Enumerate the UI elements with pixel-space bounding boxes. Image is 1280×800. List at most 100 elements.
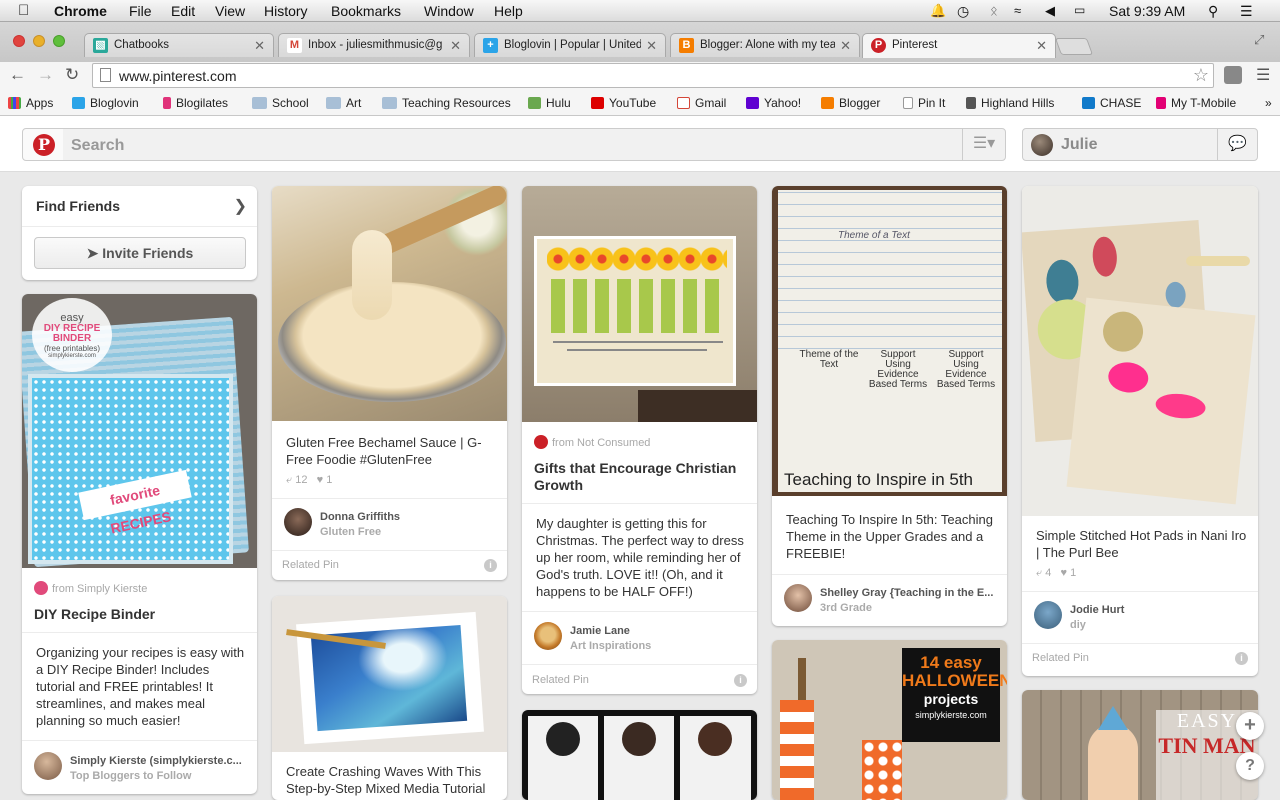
bookmark-apps[interactable]: Apps	[8, 96, 53, 110]
chrome-menu-icon[interactable]: ☰	[1256, 65, 1270, 85]
notifications-icon[interactable]: 🔔	[930, 3, 946, 19]
tab-pinterest[interactable]: P Pinterest ✕	[862, 33, 1056, 58]
bookmark-blogger[interactable]: Blogger	[821, 96, 880, 110]
battery-icon[interactable]: ▭	[1074, 3, 1085, 17]
pin-source[interactable]: from Simply Kierste	[34, 581, 147, 595]
pin-image[interactable]	[272, 186, 507, 421]
bookmark-youtube[interactable]: YouTube	[591, 96, 656, 110]
info-icon[interactable]: i	[1235, 652, 1248, 665]
bookmark-bloglovin[interactable]: Bloglovin	[72, 96, 139, 110]
bookmark-blogilates[interactable]: Blogilates	[163, 96, 228, 110]
bookmark-chase[interactable]: CHASE	[1082, 96, 1141, 110]
pin-card-bechamel[interactable]: Gluten Free Bechamel Sauce | G-Free Food…	[272, 186, 507, 580]
close-tab-icon[interactable]: ✕	[840, 38, 851, 54]
pin-card-teaching[interactable]: Theme of a Text Theme of the Text Suppor…	[772, 186, 1007, 626]
bluetooth-icon[interactable]: ᛟ	[990, 3, 998, 18]
related-pin-label[interactable]: Related Pin	[282, 559, 339, 571]
menu-help[interactable]: Help	[494, 3, 523, 19]
divider	[772, 574, 1007, 575]
bookmark-teaching-resources[interactable]: Teaching Resources	[382, 96, 511, 110]
close-tab-icon[interactable]: ✕	[1036, 38, 1047, 54]
bookmark-hulu[interactable]: Hulu	[528, 96, 571, 110]
forward-arrow-icon[interactable]: →	[37, 65, 54, 85]
bookmark-pin-it[interactable]: Pin It	[903, 96, 945, 110]
reload-icon[interactable]: ↻	[65, 65, 79, 85]
tab-gmail-inbox[interactable]: M Inbox - juliesmithmusic@g ✕	[278, 33, 470, 57]
pin-image[interactable]	[272, 596, 507, 752]
pin-image[interactable]	[522, 186, 757, 422]
bookmark-gmail[interactable]: Gmail	[677, 96, 726, 110]
pinterest-logo-button[interactable]: P	[22, 128, 64, 161]
address-bar[interactable]: www.pinterest.com ☆	[92, 63, 1214, 88]
invite-friends-button[interactable]: ➤ Invite Friends	[34, 237, 246, 269]
close-tab-icon[interactable]: ✕	[254, 38, 265, 54]
pin-card-gifts[interactable]: from Not Consumed Gifts that Encourage C…	[522, 186, 757, 694]
bookmark-star-icon[interactable]: ☆	[1193, 65, 1209, 86]
related-pin-label[interactable]: Related Pin	[1032, 652, 1089, 664]
pin-card-costumes[interactable]	[522, 710, 757, 800]
spotlight-icon[interactable]: ⚲	[1208, 3, 1218, 20]
menu-file[interactable]: File	[129, 3, 152, 19]
bookmarks-overflow-icon[interactable]: »	[1265, 96, 1272, 110]
pin-image[interactable]	[522, 710, 757, 800]
related-pin-label[interactable]: Related Pin	[532, 674, 589, 686]
tab-chatbooks[interactable]: ▧ Chatbooks ✕	[84, 33, 274, 57]
pin-source[interactable]: from Not Consumed	[534, 435, 650, 449]
categories-menu-button[interactable]: ☰▾	[962, 128, 1006, 161]
find-friends-title[interactable]: Find Friends	[36, 198, 120, 214]
help-button[interactable]: ?	[1236, 752, 1264, 780]
pin-card-tin-man[interactable]: EASY TIN MAN	[1022, 690, 1258, 800]
extension-icon[interactable]	[1224, 66, 1242, 84]
pin-card-recipe-binder[interactable]: easy DIY RECIPE BINDER (free printables)…	[22, 294, 257, 794]
back-arrow-icon[interactable]: ←	[9, 65, 26, 85]
close-window-icon[interactable]	[13, 35, 25, 47]
divider	[1022, 643, 1258, 644]
pin-card-waves[interactable]: Create Crashing Waves With This Step-by-…	[272, 596, 507, 800]
fullscreen-icon[interactable]: ⤢	[1254, 32, 1264, 48]
notifications-button[interactable]: 💬	[1217, 128, 1258, 161]
bookmark-school[interactable]: School	[252, 96, 309, 110]
pin-image[interactable]: EASY TIN MAN	[1022, 690, 1258, 800]
info-icon[interactable]: i	[734, 674, 747, 687]
pin-card-hotpads[interactable]: Simple Stitched Hot Pads in Nani Iro | T…	[1022, 186, 1258, 676]
menu-app-chrome[interactable]: Chrome	[54, 3, 107, 19]
pin-image[interactable]	[1022, 186, 1258, 516]
pin-title[interactable]: DIY Recipe Binder	[34, 606, 247, 623]
search-input[interactable]: Search	[63, 128, 963, 161]
menu-window[interactable]: Window	[424, 3, 474, 19]
apple-icon[interactable]: 	[18, 2, 29, 19]
bookmark-yahoo[interactable]: Yahoo!	[746, 96, 801, 110]
source-icon	[34, 581, 48, 595]
info-icon[interactable]: i	[484, 559, 497, 572]
pin-image[interactable]: easy DIY RECIPE BINDER (free printables)…	[22, 294, 257, 568]
page-icon	[903, 97, 913, 109]
menu-bookmarks[interactable]: Bookmarks	[331, 3, 401, 19]
avatar	[1034, 601, 1062, 629]
pin-card-halloween[interactable]: 14 easy HALLOWEEN projects simplykierste…	[772, 640, 1007, 800]
tab-bloglovin[interactable]: + Bloglovin | Popular | United ✕	[474, 33, 666, 57]
menubar-clock[interactable]: Sat 9:39 AM	[1109, 3, 1185, 19]
chevron-right-icon[interactable]: ❯	[234, 196, 247, 216]
minimize-window-icon[interactable]	[33, 35, 45, 47]
menu-view[interactable]: View	[215, 3, 245, 19]
bookmark-t-mobile[interactable]: My T-Mobile	[1156, 96, 1236, 110]
add-pin-button[interactable]: +	[1236, 712, 1264, 740]
zoom-window-icon[interactable]	[53, 35, 65, 47]
menu-history[interactable]: History	[264, 3, 308, 19]
pin-title[interactable]: Gifts that Encourage Christian Growth	[534, 460, 747, 494]
volume-icon[interactable]: ◀	[1045, 3, 1055, 19]
user-profile-button[interactable]: Julie	[1022, 128, 1218, 161]
pin-image[interactable]: Theme of a Text Theme of the Text Suppor…	[772, 186, 1007, 496]
menu-edit[interactable]: Edit	[171, 3, 195, 19]
time-machine-icon[interactable]: ◷	[957, 3, 969, 20]
bookmark-highland-hills[interactable]: Highland Hills	[966, 96, 1054, 110]
close-tab-icon[interactable]: ✕	[646, 38, 657, 54]
tab-blogger[interactable]: B Blogger: Alone with my tea ✕	[670, 33, 860, 57]
pin-image[interactable]: 14 easy HALLOWEEN projects simplykierste…	[772, 640, 1007, 800]
wifi-icon[interactable]: ≈	[1014, 3, 1021, 18]
bookmark-art[interactable]: Art	[326, 96, 361, 110]
new-tab-button[interactable]	[1054, 38, 1094, 55]
folder-icon	[326, 97, 341, 109]
notification-center-icon[interactable]: ☰	[1240, 3, 1253, 20]
close-tab-icon[interactable]: ✕	[450, 38, 461, 54]
